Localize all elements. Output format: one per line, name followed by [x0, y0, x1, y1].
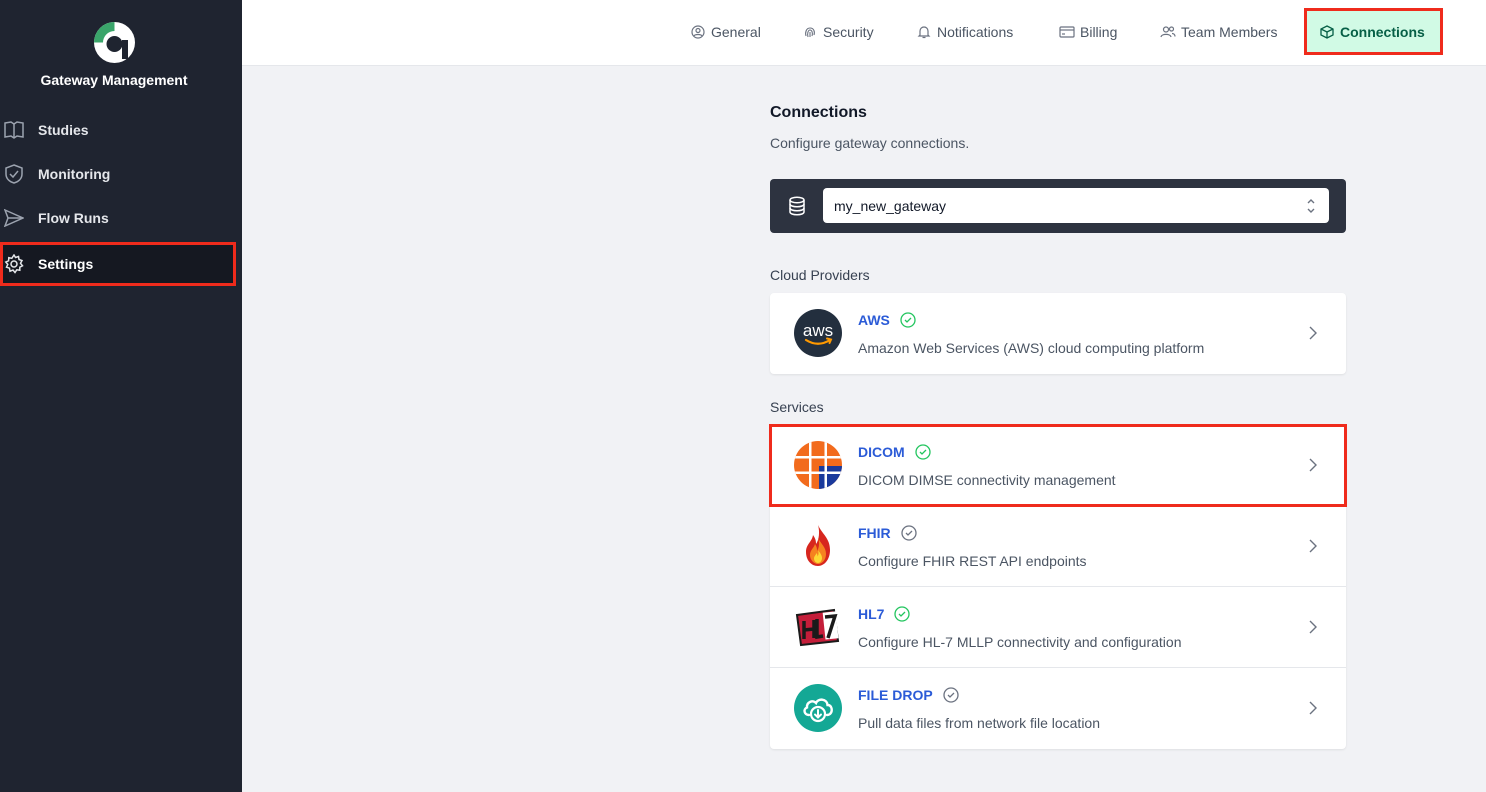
- book-icon: [4, 120, 24, 140]
- chevron-right-icon: [1309, 701, 1317, 715]
- connection-name: DICOM: [858, 444, 931, 460]
- connection-name: HL7: [858, 606, 911, 622]
- tab-label: Connections: [1340, 23, 1425, 40]
- paper-plane-icon: [4, 208, 24, 228]
- tab-label: Notifications: [937, 24, 1014, 40]
- connection-row-hl7[interactable]: HL7 Configure HL-7 MLLP connectivity and…: [770, 587, 1346, 668]
- page-subtitle: Configure gateway connections.: [770, 135, 970, 151]
- tab-billing[interactable]: Billing: [1059, 14, 1117, 50]
- app-title: Gateway Management: [40, 72, 188, 88]
- connection-name-text: DICOM: [858, 444, 905, 460]
- aws-logo-icon: aws: [794, 309, 842, 357]
- svg-text:aws: aws: [803, 321, 833, 340]
- sidebar-item-label: Settings: [38, 256, 94, 272]
- connection-name-text: FHIR: [858, 525, 891, 541]
- connection-description: Configure FHIR REST API endpoints: [858, 553, 1087, 569]
- hl7-logo-icon: [795, 608, 840, 647]
- check-circle-icon: [894, 606, 911, 622]
- user-circle-icon: [690, 24, 706, 40]
- connection-row-aws[interactable]: aws AWS Amazon Web Services (AWS) cloud …: [770, 293, 1346, 374]
- connection-name: AWS: [858, 312, 916, 328]
- tab-connections[interactable]: Connections: [1304, 8, 1443, 55]
- connection-row-file-drop[interactable]: FILE DROP Pull data files from network f…: [770, 668, 1346, 749]
- gateway-selector-bar: my_new_gateway: [770, 179, 1346, 233]
- shield-check-icon: [4, 164, 24, 184]
- cloud-download-icon: [794, 684, 842, 732]
- connection-row-fhir[interactable]: FHIR Configure FHIR REST API endpoints: [770, 506, 1346, 587]
- cloud-providers-list: aws AWS Amazon Web Services (AWS) cloud …: [770, 293, 1346, 374]
- connection-row-dicom[interactable]: DICOM DICOM DIMSE connectivity managemen…: [769, 424, 1347, 507]
- bell-icon: [916, 24, 932, 40]
- sidebar-item-label: Flow Runs: [38, 210, 109, 226]
- check-circle-icon: [900, 312, 916, 328]
- check-circle-icon: [901, 525, 917, 541]
- chevron-right-icon: [1309, 620, 1317, 634]
- connection-name: FHIR: [858, 525, 917, 541]
- tab-label: General: [711, 24, 761, 40]
- chevron-right-icon: [1309, 326, 1317, 340]
- settings-tabbar: General Security Notifications Billing T…: [242, 0, 1486, 66]
- connection-description: Pull data files from network file locati…: [858, 715, 1100, 731]
- dicom-logo-icon: [794, 441, 842, 489]
- connection-description: DICOM DIMSE connectivity management: [858, 472, 1116, 488]
- sidebar-item-label: Monitoring: [38, 166, 111, 182]
- sidebar: Gateway Management Studies Monitoring Fl…: [0, 0, 242, 792]
- chevron-right-icon: [1309, 539, 1317, 553]
- tab-general[interactable]: General: [690, 14, 761, 50]
- sidebar-item-flow-runs[interactable]: Flow Runs: [0, 196, 236, 240]
- services-list: DICOM DICOM DIMSE connectivity managemen…: [769, 424, 1347, 749]
- connection-name: FILE DROP: [858, 687, 959, 703]
- connection-name-text: FILE DROP: [858, 687, 933, 703]
- tab-label: Billing: [1080, 24, 1118, 40]
- cube-icon: [1319, 24, 1335, 40]
- connection-description: Amazon Web Services (AWS) cloud computin…: [858, 340, 1205, 356]
- tab-notifications[interactable]: Notifications: [916, 14, 1013, 50]
- chevron-up-down-icon: [1307, 199, 1315, 213]
- tab-team-members[interactable]: Team Members: [1160, 14, 1277, 50]
- sidebar-item-label: Studies: [38, 122, 89, 138]
- database-icon: [789, 196, 805, 216]
- users-icon: [1160, 24, 1176, 40]
- chevron-right-icon: [1309, 458, 1317, 472]
- sidebar-item-studies[interactable]: Studies: [0, 108, 236, 152]
- tab-label: Security: [823, 24, 874, 40]
- sidebar-item-monitoring[interactable]: Monitoring: [0, 152, 236, 196]
- app-logo-icon[interactable]: [94, 22, 135, 63]
- fhir-flame-icon: [806, 525, 830, 566]
- services-label: Services: [770, 399, 824, 415]
- check-circle-icon: [915, 444, 931, 460]
- connection-name-text: AWS: [858, 312, 890, 328]
- gear-icon: [4, 254, 24, 274]
- fingerprint-icon: [802, 24, 818, 40]
- cloud-providers-label: Cloud Providers: [770, 267, 870, 283]
- tab-label: Team Members: [1181, 24, 1278, 40]
- tab-security[interactable]: Security: [802, 14, 874, 50]
- check-circle-icon: [943, 687, 959, 703]
- credit-card-icon: [1059, 24, 1075, 40]
- gateway-select-value: my_new_gateway: [834, 197, 947, 214]
- sidebar-item-settings[interactable]: Settings: [0, 242, 236, 286]
- page-title: Connections: [770, 104, 867, 121]
- connection-name-text: HL7: [858, 606, 885, 622]
- gateway-select[interactable]: my_new_gateway: [823, 188, 1329, 223]
- connection-description: Configure HL-7 MLLP connectivity and con…: [858, 634, 1182, 650]
